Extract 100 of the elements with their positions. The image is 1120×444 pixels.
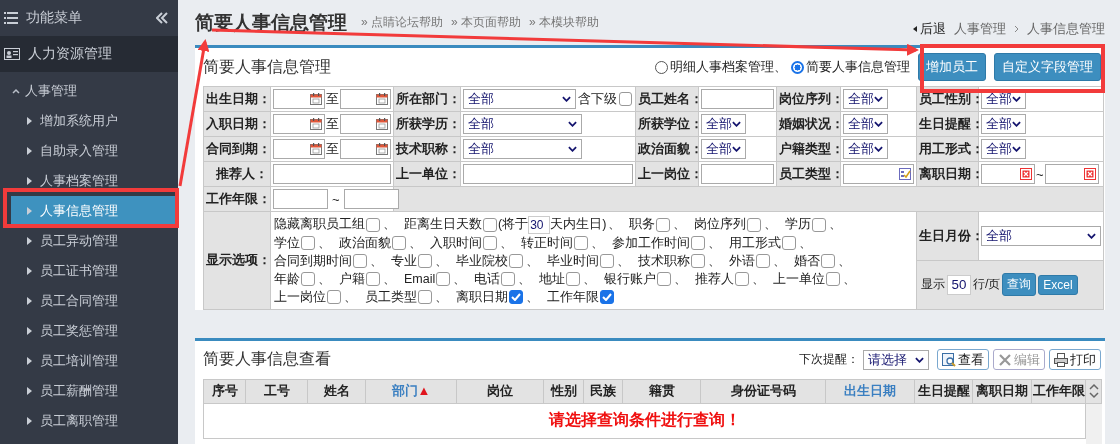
checkbox[interactable] [656,217,671,232]
dropdown[interactable]: 全部 [701,114,746,134]
dropdown[interactable]: 全部 [981,225,1101,246]
column-header[interactable]: 民族 [583,379,623,404]
help-link[interactable]: » 点睛论坛帮助 [361,14,443,31]
checkbox[interactable] [600,290,614,305]
checkbox[interactable] [756,254,770,269]
checkbox[interactable] [821,254,835,269]
text-field[interactable] [701,89,774,109]
date-field[interactable] [1044,164,1099,184]
back-link[interactable]: 后退 [913,19,946,38]
column-header[interactable]: 离职日期 [972,379,1032,404]
column-header[interactable]: 身份证号码 [700,379,826,404]
double-chevron-icon[interactable] [1088,383,1099,400]
sidebar-item[interactable]: 自助录入管理 [0,136,178,166]
checkbox[interactable] [418,290,432,305]
checkbox[interactable] [691,236,705,251]
checkbox[interactable] [747,217,762,232]
dropdown[interactable]: 全部 [981,139,1026,159]
sidebar-item[interactable]: 员工离职管理 [0,406,178,436]
sidebar-item[interactable]: 员工异动管理 [0,226,178,256]
days-field[interactable]: 30 [528,215,551,234]
dropdown[interactable]: 全部 [843,114,888,134]
radio-button[interactable] [655,60,668,74]
column-header[interactable]: 部门▲ [365,379,457,404]
checkbox[interactable] [301,236,315,251]
text-field[interactable] [273,189,328,209]
dropdown[interactable]: 请选择 [863,349,929,370]
sidebar-module[interactable]: 人力资源管理 [0,36,178,72]
radio-label[interactable]: 明细人事档案管理、 [670,58,787,76]
checkbox[interactable] [826,272,841,287]
sidebar-item[interactable]: 员工奖惩管理 [0,316,178,346]
column-header[interactable]: 姓名 [307,379,366,404]
sidebar-item[interactable]: 员工薪酬管理 [0,376,178,406]
collapse-icon[interactable] [156,12,168,24]
checkbox[interactable] [618,92,632,106]
date-field[interactable] [339,139,391,159]
column-header[interactable]: 生日提醒 [914,379,973,404]
date-field[interactable] [273,139,325,159]
checkbox[interactable] [366,272,380,287]
text-field[interactable] [701,164,774,184]
text-field[interactable] [273,164,391,184]
radio-label[interactable]: 简要人事信息管理 [806,58,910,76]
clear-icon[interactable] [1083,168,1096,180]
checkbox[interactable] [509,290,523,305]
sidebar-item[interactable]: 员工培训管理 [0,346,178,376]
checkbox[interactable] [509,254,523,269]
checkbox[interactable] [574,236,588,251]
sidebar-item[interactable]: 员工证书管理 [0,256,178,286]
dropdown[interactable]: 全部 [843,89,888,109]
checkbox[interactable] [483,236,497,251]
sidebar-item[interactable]: 员工合同管理 [0,286,178,316]
checkbox[interactable] [392,236,406,251]
column-header[interactable]: 序号 [203,379,246,404]
sidebar-group[interactable]: 人事管理 [0,76,178,106]
radio-button[interactable] [791,60,804,74]
checkbox[interactable] [327,290,341,305]
page-size-field[interactable]: 50 [947,274,971,295]
checkbox[interactable] [691,254,705,269]
text-field[interactable] [343,189,399,209]
dropdown[interactable]: 全部 [463,89,576,109]
checkbox[interactable] [501,272,516,287]
column-header[interactable]: 籍贯 [622,379,701,404]
clear-icon[interactable] [1020,168,1032,180]
picker-field[interactable] [843,164,914,184]
sidebar-item[interactable]: 增加系统用户 [0,106,178,136]
dropdown[interactable]: 全部 [463,114,582,134]
checkbox[interactable] [657,272,672,287]
dropdown[interactable]: 全部 [981,114,1026,134]
text-field[interactable] [463,164,633,184]
checkbox[interactable] [353,254,367,269]
sidebar-item[interactable]: 人事档案管理 [0,166,178,196]
column-header[interactable]: 岗位 [456,379,544,404]
toolbar-button[interactable]: 查看 [937,349,989,371]
date-field[interactable] [339,114,391,134]
dropdown[interactable]: 全部 [701,139,746,159]
date-field[interactable] [273,114,325,134]
checkbox[interactable] [483,217,497,232]
action-button[interactable]: 自定义字段管理 [994,53,1101,81]
toolbar-button[interactable]: 打印 [1049,349,1101,371]
action-button[interactable]: Excel [1038,274,1078,295]
checkbox[interactable] [436,272,451,287]
column-header[interactable]: 性别 [543,379,584,404]
checkbox[interactable] [566,272,581,287]
checkbox[interactable] [600,254,614,269]
help-link[interactable]: » 本模块帮助 [529,14,600,31]
column-header[interactable]: 工作年限 [1031,379,1086,404]
checkbox[interactable] [418,254,432,269]
checkbox[interactable] [366,217,380,232]
breadcrumb-link[interactable]: 人事管理 [954,19,1006,38]
help-link[interactable]: » 本页面帮助 [451,14,522,31]
breadcrumb-link[interactable]: 人事信息管理 [1027,19,1105,38]
date-field[interactable] [339,89,391,109]
dropdown[interactable]: 全部 [843,139,888,159]
action-button[interactable]: 增加员工 [918,53,986,81]
action-button[interactable]: 查询 [1002,273,1037,297]
checkbox[interactable] [301,272,315,287]
checkbox[interactable] [782,236,796,251]
date-field[interactable] [981,164,1035,184]
column-header[interactable]: 工号 [245,379,308,404]
